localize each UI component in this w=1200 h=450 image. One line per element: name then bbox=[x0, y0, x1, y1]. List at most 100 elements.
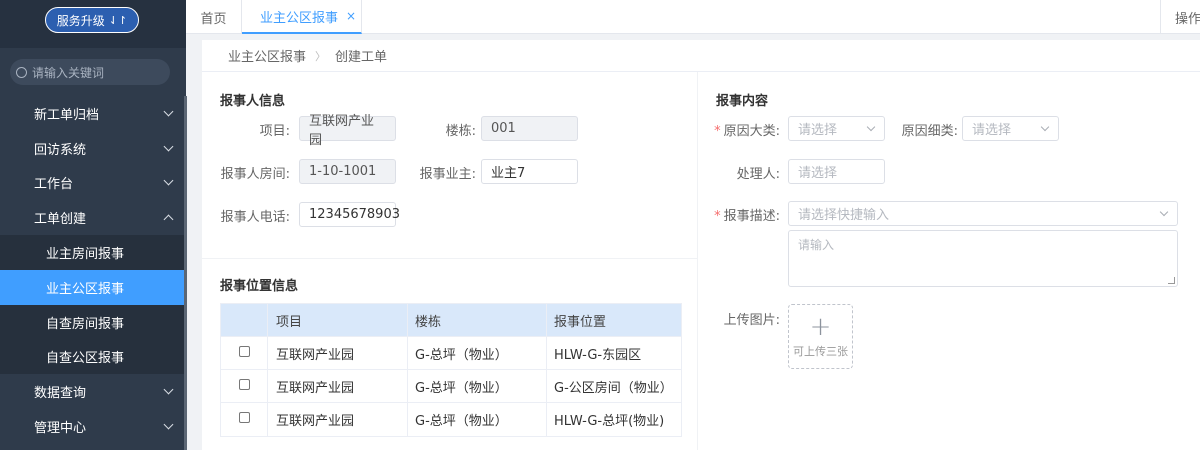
row-checkbox[interactable] bbox=[238, 412, 250, 423]
menu-label: 自查房间报事 bbox=[46, 316, 125, 332]
building-field: 001 bbox=[481, 116, 578, 141]
handler-select[interactable]: 请选择 bbox=[788, 159, 885, 184]
plus-icon: + bbox=[809, 311, 832, 342]
menu-item-data-query[interactable]: 数据查询 bbox=[0, 374, 184, 409]
table-row[interactable]: 互联网产业园 G-总坪（物业） HLW-G-东园区 bbox=[221, 337, 681, 370]
table-row[interactable]: 互联网产业园 G-总坪（物业） G-公区房间（物业） bbox=[221, 370, 681, 403]
location-panel: 报事位置信息 项目 楼栋 报事位置 互联网产业园 G-总坪（物业） HLW-G-… bbox=[202, 259, 697, 450]
sidebar-search-wrap: 请输入关键词 bbox=[0, 48, 186, 96]
chevron-down-icon bbox=[163, 419, 174, 430]
chevron-down-icon bbox=[1159, 207, 1169, 217]
menu-item-self-public-report[interactable]: 自查公区报事 bbox=[0, 339, 184, 375]
cell-location: G-公区房间（物业） bbox=[546, 370, 681, 402]
cell-building: G-总坪（物业） bbox=[407, 403, 546, 436]
menu-item-workbench[interactable]: 工作台 bbox=[0, 166, 184, 201]
project-label: 项目: bbox=[259, 124, 290, 139]
sort-arrows-icon: ⇃↾ bbox=[108, 13, 128, 27]
resize-grip-icon[interactable] bbox=[1168, 277, 1175, 284]
room-value: 1-10-1001 bbox=[309, 164, 377, 179]
sidebar-header: 服务升级 ⇃↾ bbox=[0, 0, 186, 48]
cell-building: G-总坪（物业） bbox=[407, 370, 546, 402]
chevron-down-icon bbox=[163, 106, 174, 117]
table-row[interactable]: 互联网产业园 G-总坪（物业） HLW-G-总坪(物业) bbox=[221, 403, 681, 436]
tab-bar: 首页 业主公区报事 × 操作 bbox=[186, 0, 1200, 34]
desc-textarea[interactable]: 请输入 bbox=[788, 230, 1178, 287]
tab-owner-public-report[interactable]: 业主公区报事 × bbox=[242, 0, 362, 34]
cell-project: 互联网产业园 bbox=[267, 337, 407, 369]
menu-label: 新工单归档 bbox=[34, 107, 100, 123]
breadcrumb: 业主公区报事 〉 创建工单 bbox=[202, 40, 1200, 72]
column-header-building: 楼栋 bbox=[407, 304, 546, 336]
cause-minor-label: 原因细类: bbox=[901, 124, 958, 139]
desc-placeholder: 请输入 bbox=[798, 238, 835, 252]
menu-item-ticket-create[interactable]: 工单创建 bbox=[0, 200, 184, 235]
menu-label: 数据查询 bbox=[34, 386, 87, 402]
menu-item-management[interactable]: 管理中心 bbox=[0, 409, 184, 444]
owner-label: 报事业主: bbox=[419, 167, 476, 182]
menu-label: 管理中心 bbox=[34, 421, 87, 437]
desc-quick-select[interactable]: 请选择快捷输入 bbox=[788, 201, 1178, 226]
sidebar-scrollbar[interactable] bbox=[184, 96, 187, 450]
cell-project: 互联网产业园 bbox=[267, 370, 407, 402]
cause-major-select[interactable]: 请选择 bbox=[788, 116, 885, 141]
sidebar-search-input[interactable]: 请输入关键词 bbox=[10, 59, 170, 85]
chevron-down-icon bbox=[163, 384, 174, 395]
cell-project: 互联网产业园 bbox=[267, 403, 407, 436]
cell-location: HLW-G-总坪(物业) bbox=[546, 403, 681, 436]
breadcrumb-parent[interactable]: 业主公区报事 bbox=[228, 46, 306, 65]
row-checkbox[interactable] bbox=[238, 345, 250, 357]
desc-label: * 报事描述: bbox=[712, 205, 780, 224]
cause-minor-placeholder: 请选择 bbox=[972, 123, 1012, 138]
tab-active-label: 业主公区报事 bbox=[260, 10, 339, 26]
row-checkbox[interactable] bbox=[238, 378, 250, 390]
menu-label: 自查公区报事 bbox=[46, 351, 125, 367]
phone-field[interactable]: 12345678903 bbox=[299, 202, 400, 227]
column-header-location: 报事位置 bbox=[546, 304, 681, 336]
menu-label: 工作台 bbox=[34, 177, 74, 193]
chevron-up-icon bbox=[163, 214, 174, 225]
menu-item-revisit[interactable]: 回访系统 bbox=[0, 131, 184, 166]
upload-label: 上传图片: bbox=[723, 313, 780, 328]
owner-field[interactable]: 业主7 bbox=[481, 159, 578, 184]
tab-home-label: 首页 bbox=[200, 11, 227, 27]
menu-label: 回访系统 bbox=[34, 142, 87, 158]
tab-home[interactable]: 首页 bbox=[186, 0, 242, 34]
room-field: 1-10-1001 bbox=[299, 159, 396, 184]
chevron-down-icon bbox=[1040, 122, 1050, 132]
building-value: 001 bbox=[491, 121, 516, 136]
column-header-project: 项目 bbox=[267, 304, 407, 336]
project-field: 互联网产业园 bbox=[299, 114, 396, 148]
chevron-down-icon bbox=[866, 122, 876, 132]
menu-item-self-room-report[interactable]: 自查房间报事 bbox=[0, 304, 184, 340]
breadcrumb-current: 创建工单 bbox=[335, 50, 388, 65]
building-label: 楼栋: bbox=[445, 124, 476, 139]
menu-label: 业主公区报事 bbox=[46, 281, 125, 297]
reporter-info-panel: 报事人信息 项目: 互联网产业园 楼栋: 001 报事人房间: 1-10-100… bbox=[202, 72, 697, 258]
cause-minor-select[interactable]: 请选择 bbox=[962, 116, 1059, 141]
menu-item-owner-public-report[interactable]: 业主公区报事 bbox=[0, 269, 184, 305]
menu-item-owner-room-report[interactable]: 业主房间报事 bbox=[0, 235, 184, 270]
cause-major-label: * 原因大类: bbox=[712, 120, 780, 139]
tab-operations-label: 操作 bbox=[1175, 11, 1200, 27]
location-table: 项目 楼栋 报事位置 互联网产业园 G-总坪（物业） HLW-G-东园区 互联网… bbox=[220, 303, 682, 437]
owner-value: 业主7 bbox=[491, 166, 526, 181]
upgrade-service-button[interactable]: 服务升级 ⇃↾ bbox=[45, 7, 139, 33]
upload-image-button[interactable]: + 可上传三张 bbox=[788, 304, 853, 369]
menu-item-archive[interactable]: 新工单归档 bbox=[0, 96, 184, 131]
cause-major-placeholder: 请选择 bbox=[798, 123, 838, 138]
required-mark: * bbox=[714, 209, 721, 224]
menu-label: 工单创建 bbox=[34, 212, 87, 228]
chevron-down-icon bbox=[163, 176, 174, 186]
sidebar: 服务升级 ⇃↾ 请输入关键词 新工单归档 回访系统 工作台 工单创建 业主房间报… bbox=[0, 0, 187, 450]
room-label: 报事人房间: bbox=[220, 167, 290, 182]
report-content-panel: 报事内容 * 原因大类: 请选择 原因细类: 请选择 处理人: 请选择 * 报事描述… bbox=[698, 72, 1200, 450]
close-icon[interactable]: × bbox=[346, 9, 356, 23]
sidebar-menu: 新工单归档 回访系统 工作台 工单创建 业主房间报事 业主公区报事 自查房间报事… bbox=[0, 96, 184, 444]
cell-location: HLW-G-东园区 bbox=[546, 337, 681, 369]
chevron-right-icon: 〉 bbox=[315, 49, 327, 63]
phone-label: 报事人电话: bbox=[220, 210, 290, 225]
search-placeholder: 请输入关键词 bbox=[32, 65, 105, 80]
desc-label-text: 报事描述: bbox=[723, 209, 780, 224]
cause-major-label-text: 原因大类: bbox=[723, 124, 780, 139]
tab-operations[interactable]: 操作 bbox=[1160, 0, 1200, 34]
